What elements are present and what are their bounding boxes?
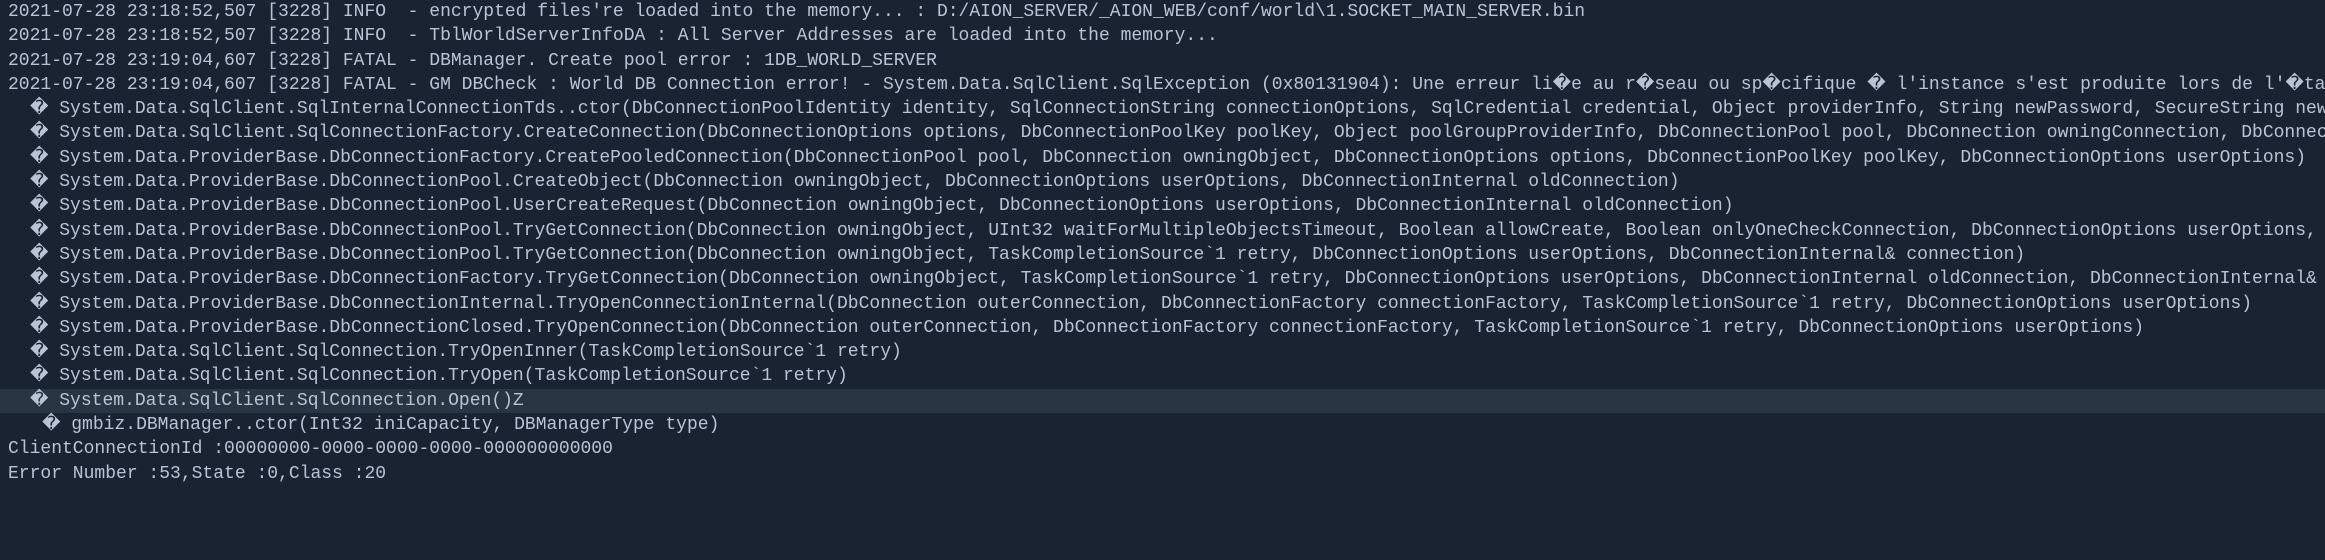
log-line: Error Number :53,State :0,Class :20 xyxy=(0,462,2325,486)
log-line: � System.Data.ProviderBase.DbConnectionP… xyxy=(0,219,2325,243)
log-line: � System.Data.ProviderBase.DbConnectionP… xyxy=(0,170,2325,194)
log-line: � System.Data.SqlClient.SqlInternalConne… xyxy=(0,97,2325,121)
log-line: � System.Data.ProviderBase.DbConnectionP… xyxy=(0,243,2325,267)
log-line: 2021-07-28 23:18:52,507 [3228] INFO - Tb… xyxy=(0,24,2325,48)
log-line: � System.Data.SqlClient.SqlConnection.Tr… xyxy=(0,340,2325,364)
log-line: 2021-07-28 23:19:04,607 [3228] FATAL - D… xyxy=(0,49,2325,73)
log-line: � System.Data.ProviderBase.DbConnectionC… xyxy=(0,316,2325,340)
log-line: 2021-07-28 23:19:04,607 [3228] FATAL - G… xyxy=(0,73,2325,97)
log-output[interactable]: 2021-07-28 23:18:52,507 [3228] INFO - en… xyxy=(0,0,2325,486)
log-line: � System.Data.ProviderBase.DbConnectionP… xyxy=(0,194,2325,218)
log-line: � System.Data.ProviderBase.DbConnectionF… xyxy=(0,146,2325,170)
log-line: ClientConnectionId :00000000-0000-0000-0… xyxy=(0,437,2325,461)
log-line: 2021-07-28 23:18:52,507 [3228] INFO - en… xyxy=(0,0,2325,24)
log-line: � System.Data.SqlClient.SqlConnection.Tr… xyxy=(0,364,2325,388)
log-line: � gmbiz.DBManager..ctor(Int32 iniCapacit… xyxy=(0,413,2325,437)
log-line: � System.Data.SqlClient.SqlConnection.Op… xyxy=(0,389,2325,413)
log-line: � System.Data.SqlClient.SqlConnectionFac… xyxy=(0,121,2325,145)
log-line: � System.Data.ProviderBase.DbConnectionF… xyxy=(0,267,2325,291)
log-line: � System.Data.ProviderBase.DbConnectionI… xyxy=(0,292,2325,316)
